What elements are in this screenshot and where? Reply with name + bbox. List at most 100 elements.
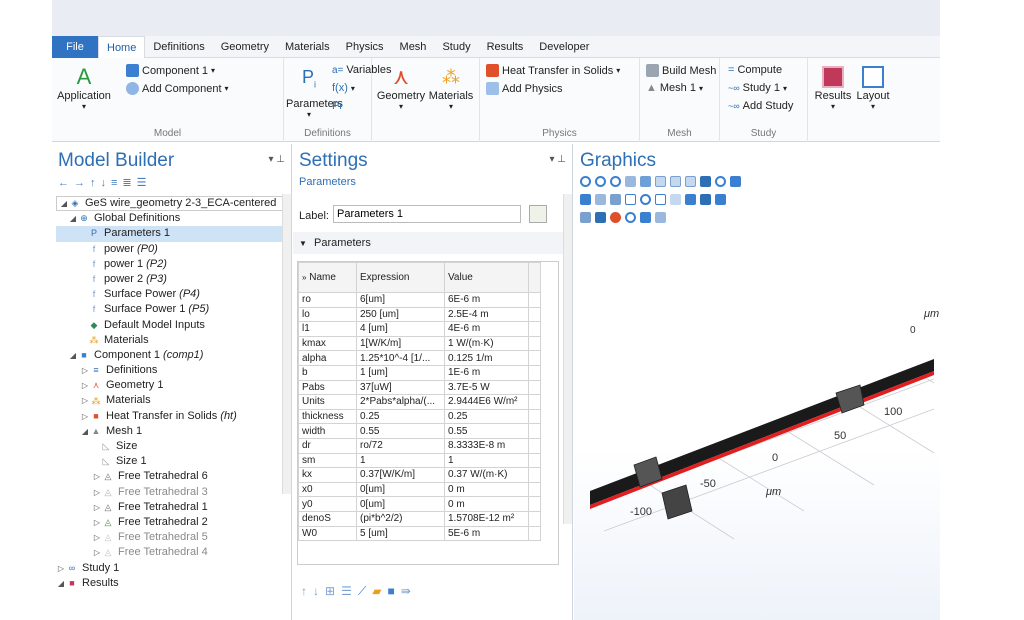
tree-item-global-materials[interactable]: ⁂ Materials — [56, 333, 284, 348]
settings-gear-icon[interactable] — [625, 212, 636, 223]
table-row[interactable]: Pabs 37[uW] 3.7E-5 W — [298, 379, 541, 396]
layout-button[interactable]: Layout ▾ — [854, 64, 892, 111]
rotate-icon[interactable] — [715, 176, 726, 187]
view-yz-icon[interactable] — [670, 176, 681, 187]
select-object-icon[interactable] — [580, 194, 591, 205]
table-row[interactable]: W0 5 [um] 5E-6 m — [298, 525, 541, 542]
tree-item-study-1[interactable]: ▷ ∞ Study 1 — [56, 561, 284, 576]
tree-item-default-model-inputs[interactable]: ◆ Default Model Inputs — [56, 318, 284, 333]
back-icon[interactable]: ← — [58, 177, 74, 189]
tree-item-size[interactable]: ◺ Size — [56, 439, 284, 454]
tree-item-free-tetrahedral-3[interactable]: ▷ ◬ Free Tetrahedral 3 — [56, 485, 284, 500]
wireframe-icon[interactable] — [655, 194, 666, 205]
scene-light-icon[interactable] — [580, 212, 591, 223]
parameters-section-header[interactable]: ▼ Parameters — [293, 232, 563, 254]
tab-results[interactable]: Results — [479, 36, 532, 58]
tree-item-heat-transfer[interactable]: ▷ ■ Heat Transfer in Solids (ht) — [56, 409, 284, 424]
search-icon[interactable] — [640, 194, 651, 205]
table-row[interactable]: thickness 0.25 0.25 — [298, 408, 541, 425]
tree-item-mesh-1[interactable]: ◢ ▲ Mesh 1 — [56, 424, 284, 439]
zoom-extents-icon[interactable] — [625, 176, 636, 187]
label-reset-icon[interactable] — [529, 205, 547, 223]
list-icon[interactable]: ☰ — [341, 584, 358, 598]
geometry-button[interactable]: ⋏ Geometry ▾ — [376, 64, 426, 111]
add-physics-button[interactable]: Add Physics — [486, 82, 563, 95]
tree-item-materials[interactable]: ▷ ⁂ Materials — [56, 393, 284, 408]
column-header-expression[interactable]: Expression — [356, 262, 445, 293]
pin-icon[interactable]: ▾ ⊥ — [268, 154, 285, 165]
tree-item-global-definitions[interactable]: ◢ ⊕ Global Definitions — [56, 211, 284, 226]
tree-item-free-tetrahedral-2[interactable]: ▷ ◬ Free Tetrahedral 2 — [56, 515, 284, 530]
move-down-icon[interactable]: ↓ — [313, 584, 325, 598]
axis-icon[interactable] — [640, 176, 651, 187]
tab-definitions[interactable]: Definitions — [145, 36, 212, 58]
table-row[interactable]: alpha 1.25*10^-4 [1/... 0.125 1/m — [298, 350, 541, 366]
add-study-button[interactable]: ~∞ Add Study — [728, 100, 793, 112]
pi-button[interactable]: Pi — [332, 100, 342, 112]
palette-icon[interactable] — [610, 212, 621, 223]
brush-icon[interactable]: ⟋ — [358, 584, 372, 598]
collapse-icon[interactable]: ≡ — [111, 177, 122, 189]
table-row[interactable]: kmax 1[W/K/m] 1 W/(m·K) — [298, 335, 541, 352]
compute-button[interactable]: = Compute — [728, 64, 782, 76]
tree-item-definitions[interactable]: ▷ ≡ Definitions — [56, 363, 284, 378]
tree-options-icon[interactable]: ☰ — [137, 177, 152, 189]
link-icon[interactable] — [625, 194, 636, 205]
render-icon[interactable] — [700, 194, 711, 205]
settings-scrollbar[interactable] — [563, 194, 572, 524]
tree-item-free-tetrahedral-6[interactable]: ▷ ◬ Free Tetrahedral 6 — [56, 469, 284, 484]
tab-file[interactable]: File — [52, 35, 98, 58]
tree-item-model-root[interactable]: ◢ ◈ GeS wire_geometry 2-3_ECA-centered — [56, 196, 284, 212]
table-row[interactable]: x0 0[um] 0 m — [298, 481, 541, 498]
print-icon[interactable] — [655, 212, 666, 223]
tree-item-geometry-1[interactable]: ▷ ⋏ Geometry 1 — [56, 378, 284, 393]
add-component-button[interactable]: Add Component ▾ — [126, 82, 229, 95]
grid-icon[interactable] — [715, 194, 726, 205]
camera-icon[interactable] — [640, 212, 651, 223]
tab-geometry[interactable]: Geometry — [213, 36, 277, 58]
tree-item-surface-power-1[interactable]: f Surface Power 1 (P5) — [56, 302, 284, 317]
view-zx-icon[interactable] — [685, 176, 696, 187]
tree-item-free-tetrahedral-5[interactable]: ▷ ◬ Free Tetrahedral 5 — [56, 530, 284, 545]
functions-dropdown[interactable]: f(x) ▾ — [332, 82, 355, 94]
graphics-viewport[interactable]: 0 100 50 0 -50 -100 μm μm — [574, 239, 940, 620]
brush-icon[interactable] — [595, 212, 606, 223]
zoom-out-icon[interactable] — [595, 176, 606, 187]
table-row[interactable]: sm 1 1 — [298, 452, 541, 469]
light-icon[interactable] — [685, 194, 696, 205]
forward-icon[interactable]: → — [74, 177, 90, 189]
table-row[interactable]: lo 250 [um] 2.5E-4 m — [298, 306, 541, 323]
study1-dropdown[interactable]: ~∞ Study 1 ▾ — [728, 82, 787, 94]
model-tree-scrollbar[interactable] — [282, 194, 291, 494]
table-row[interactable]: kx 0.37[W/K/m] 0.37 W/(m·K) — [298, 467, 541, 483]
table-options-icon[interactable]: ⊞ — [325, 584, 341, 598]
expand-icon[interactable]: ≣ — [122, 177, 136, 189]
open-folder-icon[interactable]: ▰ — [372, 584, 387, 598]
label-input[interactable] — [333, 205, 521, 223]
column-header-value[interactable]: Value — [444, 262, 529, 293]
tree-item-results[interactable]: ◢ ■ Results — [56, 576, 284, 591]
tab-physics[interactable]: Physics — [338, 36, 392, 58]
select-domain-icon[interactable] — [595, 194, 606, 205]
default-view-icon[interactable] — [700, 176, 711, 187]
view-xy-icon[interactable] — [655, 176, 666, 187]
tree-item-size-1[interactable]: ◺ Size 1 — [56, 454, 284, 469]
results-button[interactable]: Results ▾ — [814, 64, 852, 111]
tab-home[interactable]: Home — [98, 35, 146, 58]
pin-icon[interactable]: ▾ ⊥ — [549, 154, 566, 165]
parameters-button[interactable]: Pi Parameters ▾ — [286, 64, 343, 119]
table-row[interactable]: width 0.55 0.55 — [298, 423, 541, 439]
table-row[interactable]: Units 2*Pabs*alpha/(... 2.9444E6 W/m² — [298, 394, 541, 410]
tree-item-power-2[interactable]: f power 2 (P3) — [56, 272, 284, 287]
application-button[interactable]: A Application ▾ — [56, 64, 112, 111]
heat-transfer-dropdown[interactable]: Heat Transfer in Solids ▾ — [486, 64, 620, 77]
tree-item-free-tetrahedral-4[interactable]: ▷ ◬ Free Tetrahedral 4 — [56, 545, 284, 560]
zoom-in-icon[interactable] — [580, 176, 591, 187]
table-row[interactable]: denoS (pi*b^2/2) 1.5708E-12 m² — [298, 510, 541, 527]
transparency-icon[interactable] — [670, 194, 681, 205]
table-row[interactable]: ro 6[um] 6E-6 m — [298, 292, 541, 308]
zoom-box-icon[interactable] — [610, 176, 621, 187]
tab-mesh[interactable]: Mesh — [392, 36, 435, 58]
tree-item-free-tetrahedral-1[interactable]: ▷ ◬ Free Tetrahedral 1 — [56, 500, 284, 515]
tab-study[interactable]: Study — [434, 36, 478, 58]
